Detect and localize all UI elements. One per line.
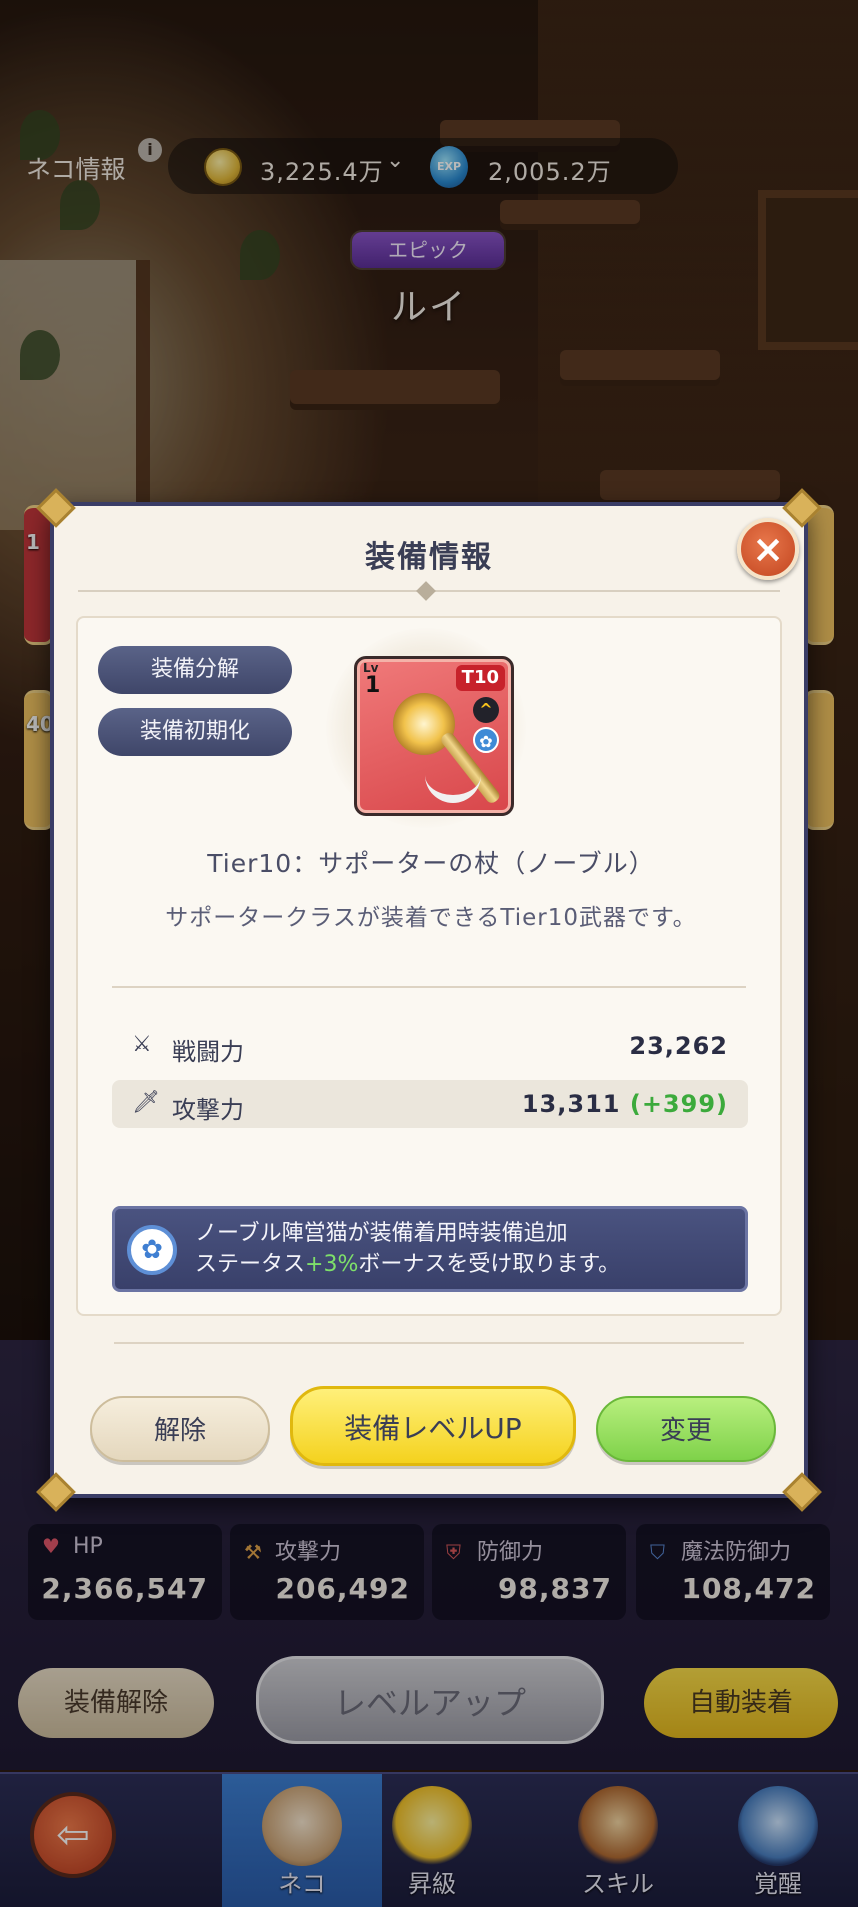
bonus-line-2: ステータス+3%ボーナスを受け取ります。 [195, 1249, 620, 1280]
stat-row-combat-power: ⚔ 戦闘力 23,262 [112, 1022, 748, 1070]
footer-divider [114, 1342, 744, 1344]
bonus-line-2-prefix: ステータス [195, 1252, 306, 1277]
item-name: Tier10：サポーターの杖（ノーブル） [207, 849, 655, 878]
section-divider [112, 986, 746, 988]
equipment-level-up-button[interactable]: 装備レベルUP [290, 1386, 576, 1466]
stat-value: 13,311 (+399) [522, 1090, 728, 1118]
stat-name: 戦闘力 [172, 1038, 244, 1066]
modal-body: 装備情報 × 装備分解 装備初期化 Lv 1 T10 ^ ✿ Tier10：サポ… [54, 506, 804, 1494]
item-level-value: 1 [365, 673, 381, 698]
change-equipment-button[interactable]: 変更 [596, 1396, 776, 1462]
stat-name: 攻撃力 [172, 1096, 244, 1124]
item-tier-badge: T10 [455, 665, 505, 691]
stat-value-number: 23,262 [629, 1032, 728, 1060]
release-button[interactable]: 解除 [90, 1396, 270, 1462]
stat-value: 23,262 [629, 1032, 728, 1060]
chevron-up-icon: ^ [473, 697, 499, 723]
item-description: サポータークラスが装着できるTier10武器です。 [165, 905, 697, 931]
bonus-line-1: ノーブル陣営猫が装備着用時装備追加 [195, 1221, 568, 1246]
stat-row-attack: 🗡 攻撃力 13,311 (+399) [112, 1080, 748, 1128]
sword-icon: 🗡 [132, 1090, 160, 1115]
crossed-swords-icon: ⚔ [132, 1032, 152, 1057]
bonus-text: ノーブル陣営猫が装備着用時装備追加 ステータス+3%ボーナスを受け取ります。 [195, 1218, 620, 1280]
divider-ornament [416, 581, 436, 601]
faction-star-icon: ✿ [127, 1225, 177, 1275]
bonus-line-2-suffix: ボーナスを受け取ります。 [358, 1252, 621, 1277]
modal-title: 装備情報 [365, 540, 493, 575]
stat-bonus: (+399) [629, 1090, 728, 1118]
star-badge-icon: ✿ [473, 727, 499, 753]
close-button[interactable]: × [737, 518, 799, 580]
bonus-percent: +3% [305, 1252, 359, 1277]
item-card[interactable]: Lv 1 T10 ^ ✿ [354, 656, 514, 816]
equipment-info-modal: 装備情報 × 装備分解 装備初期化 Lv 1 T10 ^ ✿ Tier10：サポ… [36, 488, 822, 1512]
stat-value-number: 13,311 [521, 1090, 621, 1118]
staff-blade-icon [425, 763, 481, 803]
dismantle-equipment-button[interactable]: 装備分解 [98, 646, 292, 694]
faction-bonus-note: ✿ ノーブル陣営猫が装備着用時装備追加 ステータス+3%ボーナスを受け取ります。 [112, 1206, 748, 1292]
reset-equipment-button[interactable]: 装備初期化 [98, 708, 292, 756]
item-detail-panel: 装備分解 装備初期化 Lv 1 T10 ^ ✿ Tier10：サポーターの杖（ノ… [76, 616, 782, 1316]
